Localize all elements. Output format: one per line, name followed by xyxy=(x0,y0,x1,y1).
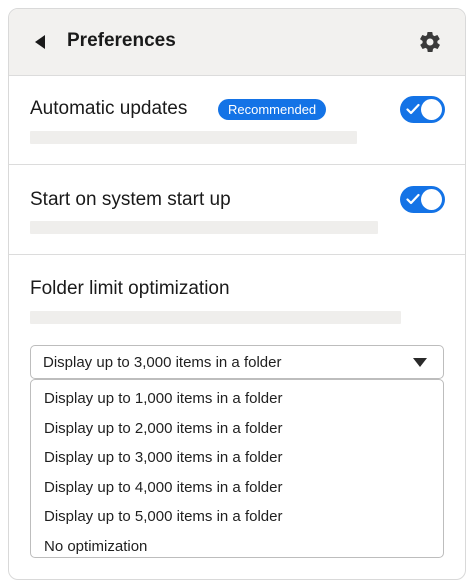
automatic-updates-toggle[interactable] xyxy=(400,96,445,123)
caret-down-icon xyxy=(413,358,427,367)
page-title: Preferences xyxy=(67,30,176,51)
dropdown-option[interactable]: Display up to 1,000 items in a folder xyxy=(31,384,443,414)
folder-limit-select[interactable]: Display up to 3,000 items in a folder xyxy=(30,345,444,379)
back-button[interactable] xyxy=(27,29,53,55)
automatic-updates-title: Automatic updates xyxy=(30,98,188,119)
startup-toggle[interactable] xyxy=(400,186,445,213)
check-icon xyxy=(406,193,420,205)
dropdown-option[interactable]: No optimization xyxy=(31,532,443,562)
description-placeholder xyxy=(30,131,357,144)
section-divider xyxy=(9,254,465,255)
description-placeholder xyxy=(30,221,378,234)
panel-header: Preferences xyxy=(9,9,465,76)
back-triangle-icon xyxy=(35,35,45,49)
dropdown-option[interactable]: Display up to 2,000 items in a folder xyxy=(31,414,443,444)
check-icon xyxy=(406,103,420,115)
section-divider xyxy=(9,164,465,165)
gear-icon xyxy=(420,31,440,53)
startup-title: Start on system start up xyxy=(30,189,231,210)
folder-limit-dropdown: Display up to 1,000 items in a folder Di… xyxy=(30,379,444,558)
toggle-knob xyxy=(421,99,442,120)
dropdown-option[interactable]: Display up to 5,000 items in a folder xyxy=(31,502,443,532)
settings-button[interactable] xyxy=(417,29,443,55)
preferences-panel: Preferences Automatic updates Recommende… xyxy=(8,8,466,580)
dropdown-option[interactable]: Display up to 3,000 items in a folder xyxy=(31,443,443,473)
recommended-badge: Recommended xyxy=(218,99,327,120)
select-current-value: Display up to 3,000 items in a folder xyxy=(43,354,282,371)
dropdown-option[interactable]: Display up to 4,000 items in a folder xyxy=(31,473,443,503)
folder-limit-title: Folder limit optimization xyxy=(30,278,230,299)
description-placeholder xyxy=(30,311,401,324)
toggle-knob xyxy=(421,189,442,210)
